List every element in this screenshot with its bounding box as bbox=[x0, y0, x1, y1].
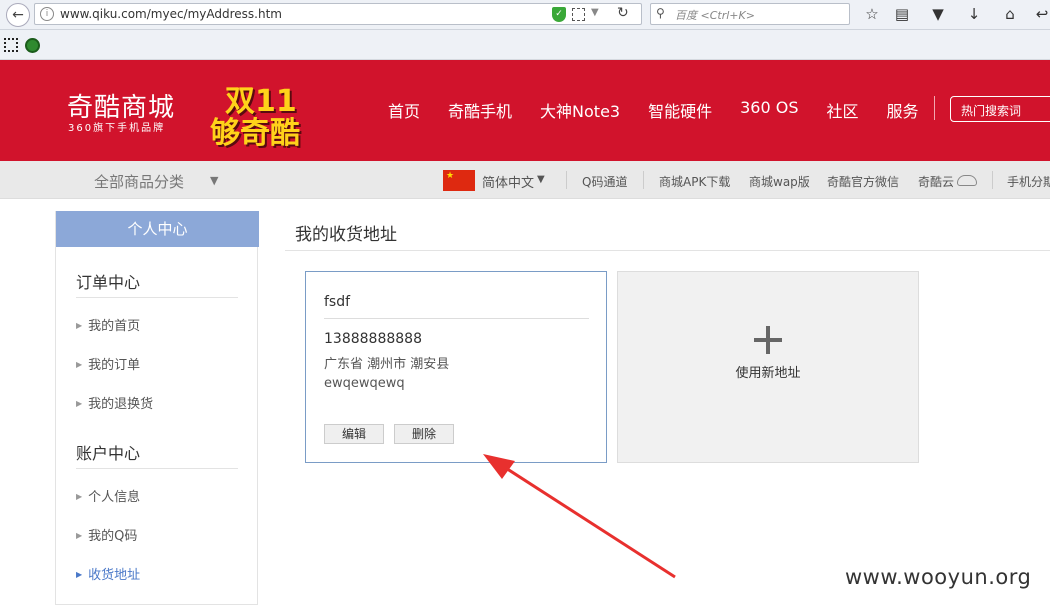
globe-icon: i bbox=[40, 7, 54, 21]
link-qcode[interactable]: Q码通道 bbox=[582, 173, 627, 190]
nav-divider bbox=[934, 96, 935, 120]
account-sidebar: 个人中心 订单中心 ▶ 我的首页 ▶ 我的订单 ▶ 我的退换货 账户中心 ▶ 个人信息 … bbox=[55, 211, 259, 605]
star-bookmark-icon[interactable]: ☆ bbox=[862, 4, 882, 24]
chevron-down-icon[interactable]: ▼ bbox=[210, 174, 218, 187]
shield-icon[interactable]: ✓ bbox=[552, 7, 566, 22]
account-center-heading: 账户中心 bbox=[76, 444, 141, 463]
language-chevron-icon[interactable]: ▼ bbox=[537, 174, 545, 185]
sidebar-item-label: 收货地址 bbox=[88, 568, 141, 583]
search-icon: ⚲ bbox=[656, 6, 665, 20]
bookmarks-toolbar bbox=[0, 30, 1050, 60]
watermark: www.wooyun.org bbox=[845, 565, 1032, 589]
logo-tagline: 360旗下手机品牌 bbox=[68, 123, 166, 134]
dropdown-icon[interactable]: ▼ bbox=[591, 7, 599, 18]
bullet-icon: ▶ bbox=[76, 492, 83, 501]
link-apk[interactable]: 商城APK下载 bbox=[659, 173, 730, 190]
qr-code-icon[interactable] bbox=[572, 8, 585, 21]
arrow-head bbox=[483, 454, 515, 479]
divider bbox=[76, 297, 238, 298]
arrow-shaft bbox=[497, 461, 676, 579]
extension-icon[interactable] bbox=[25, 38, 40, 53]
main-nav: 首页 奇酷手机 大神Note3 智能硬件 360 OS 社区 服务 bbox=[388, 98, 947, 122]
sidebar-item-qcode[interactable]: ▶ 我的Q码 bbox=[76, 525, 137, 544]
download-icon[interactable]: ↓ bbox=[964, 4, 984, 24]
browser-toolbar: ← i www.qiku.com/myec/myAddress.htm ✓ ▼ … bbox=[0, 0, 1050, 30]
all-categories[interactable]: 全部商品分类 bbox=[94, 171, 184, 192]
sidebar-item-profile[interactable]: ▶ 个人信息 bbox=[76, 486, 140, 505]
china-flag-icon: ★ bbox=[443, 170, 475, 191]
plus-icon bbox=[754, 326, 782, 354]
edit-button[interactable]: 编辑 bbox=[324, 424, 384, 444]
bullet-icon: ▶ bbox=[76, 531, 83, 540]
add-address-label: 使用新地址 bbox=[735, 366, 801, 381]
nav-phones[interactable]: 奇酷手机 bbox=[448, 98, 512, 122]
divider bbox=[76, 468, 238, 469]
sidebar-item-address[interactable]: ▶ 收货地址 bbox=[76, 564, 140, 583]
sidebar-item-returns[interactable]: ▶ 我的退换货 bbox=[76, 393, 153, 412]
sidebar-item-label: 我的退换货 bbox=[88, 397, 154, 412]
nav-service[interactable]: 服务 bbox=[887, 98, 919, 122]
share-icon[interactable]: ↩ bbox=[1032, 4, 1050, 24]
nav-home[interactable]: 首页 bbox=[388, 98, 420, 122]
address-detail: ewqewqewq bbox=[324, 376, 405, 391]
sidebar-item-label: 我的Q码 bbox=[88, 529, 138, 544]
search-placeholder: 百度 <Ctrl+K> bbox=[675, 9, 755, 22]
sidebar-item-label: 我的订单 bbox=[88, 358, 141, 373]
address-bar[interactable]: i www.qiku.com/myec/myAddress.htm ✓ ▼ ↻ bbox=[34, 3, 642, 25]
link-cloud[interactable]: 奇酷云 bbox=[918, 173, 954, 190]
url-text[interactable]: www.qiku.com/myec/myAddress.htm bbox=[60, 7, 282, 21]
bullet-icon: ▶ bbox=[76, 570, 83, 579]
nav-hardware[interactable]: 智能硬件 bbox=[648, 98, 712, 122]
sub-nav: 全部商品分类 ▼ ★ 简体中文 ▼ Q码通道 商城APK下载 商城wap版 奇酷… bbox=[0, 161, 1050, 199]
browser-search-input[interactable]: ⚲ 百度 <Ctrl+K> bbox=[650, 3, 850, 25]
nav-note3[interactable]: 大神Note3 bbox=[540, 98, 620, 122]
divider bbox=[285, 250, 1050, 251]
divider bbox=[566, 171, 567, 189]
cloud-icon bbox=[957, 175, 977, 186]
language-select[interactable]: 简体中文 bbox=[482, 172, 534, 191]
promo-banner[interactable]: 双11 够奇酷 bbox=[210, 76, 314, 151]
address-card[interactable]: fsdf 13888888888 广东省 潮州市 潮安县 ewqewqewq 编… bbox=[305, 271, 607, 463]
back-arrow-icon[interactable]: ← bbox=[6, 3, 30, 27]
promo-line-2: 够奇酷 bbox=[210, 116, 300, 151]
reload-icon[interactable]: ↻ bbox=[617, 5, 629, 21]
nav-360os[interactable]: 360 OS bbox=[740, 98, 798, 122]
site-search-placeholder: 热门搜索词 bbox=[961, 104, 1022, 118]
order-center-heading: 订单中心 bbox=[76, 273, 141, 292]
recipient-phone: 13888888888 bbox=[324, 331, 422, 347]
sidebar-header[interactable]: 个人中心 bbox=[56, 211, 259, 247]
page-title: 我的收货地址 bbox=[295, 225, 397, 245]
sidebar-item-orders[interactable]: ▶ 我的订单 bbox=[76, 354, 140, 373]
delete-button[interactable]: 删除 bbox=[394, 424, 454, 444]
home-icon[interactable]: ⌂ bbox=[1000, 4, 1020, 24]
bullet-icon: ▶ bbox=[76, 399, 83, 408]
qr-extension-icon[interactable] bbox=[4, 38, 18, 52]
sidebar-item-label: 我的首页 bbox=[88, 319, 141, 334]
sidebar-item-home[interactable]: ▶ 我的首页 bbox=[76, 315, 140, 334]
site-search-input[interactable]: 热门搜索词 bbox=[950, 96, 1050, 122]
site-header: 奇酷商城 360旗下手机品牌 双11 够奇酷 首页 奇酷手机 大神Note3 智… bbox=[0, 60, 1050, 161]
pocket-icon[interactable]: ▼ bbox=[928, 4, 948, 24]
annotation-arrow bbox=[483, 454, 676, 579]
link-wechat[interactable]: 奇酷官方微信 bbox=[827, 173, 899, 190]
bullet-icon: ▶ bbox=[76, 321, 83, 330]
link-wap[interactable]: 商城wap版 bbox=[749, 173, 810, 190]
nav-community[interactable]: 社区 bbox=[826, 98, 858, 122]
divider bbox=[324, 318, 589, 319]
sidebar-item-label: 个人信息 bbox=[88, 490, 141, 505]
recipient-name: fsdf bbox=[324, 294, 351, 310]
add-address-card[interactable]: 使用新地址 bbox=[617, 271, 919, 463]
link-installment[interactable]: 手机分期 bbox=[1007, 173, 1050, 190]
address-region: 广东省 潮州市 潮安县 bbox=[324, 357, 450, 372]
reading-list-icon[interactable]: ▤ bbox=[892, 4, 912, 24]
divider bbox=[992, 171, 993, 189]
bullet-icon: ▶ bbox=[76, 360, 83, 369]
divider bbox=[643, 171, 644, 189]
